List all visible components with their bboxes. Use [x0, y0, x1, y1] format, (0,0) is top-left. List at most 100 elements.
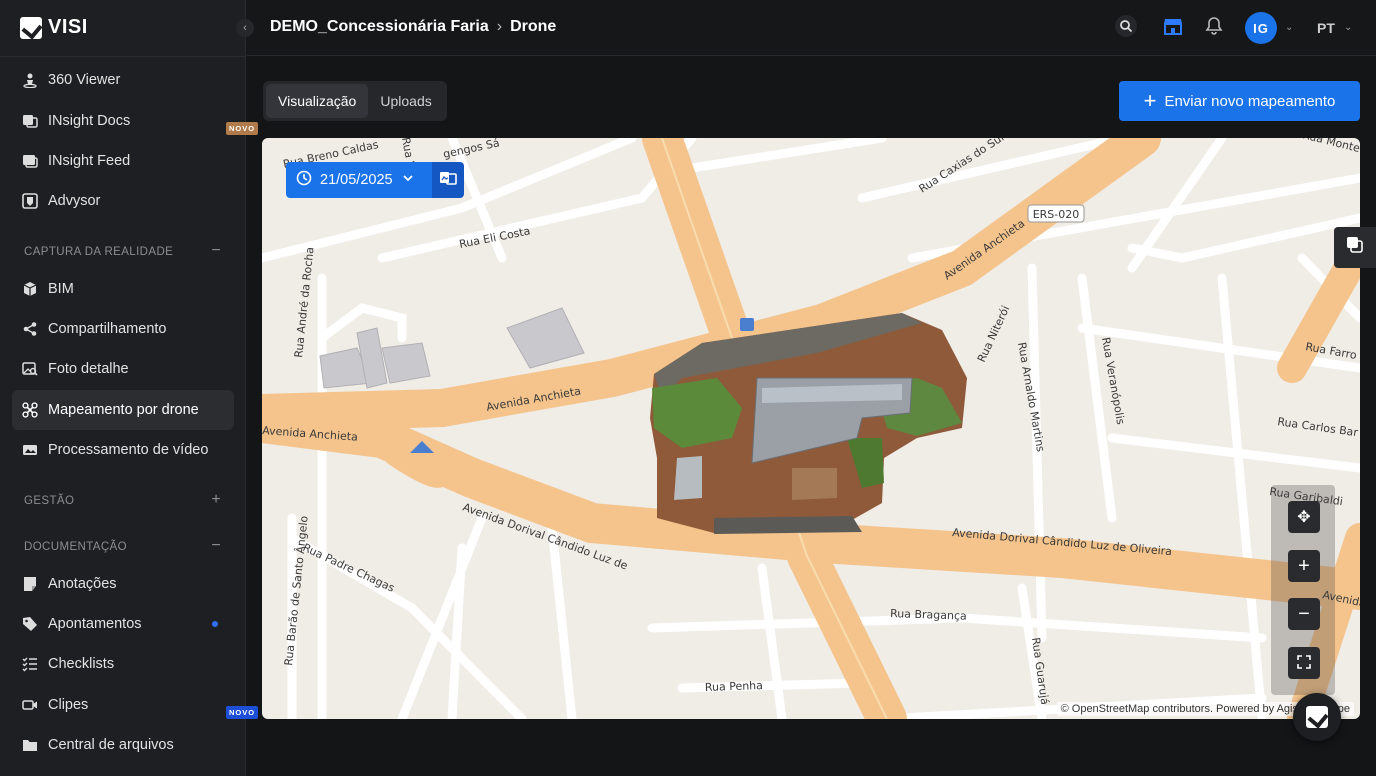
street-label: Rua Penha — [705, 679, 763, 694]
breadcrumb-project[interactable]: DEMO_Concessionária Faria — [270, 18, 489, 36]
app-root: VISI 360 Viewer INsight Docs NOVO INsigh… — [0, 0, 1376, 776]
video-image-icon — [22, 442, 38, 458]
layers-panel-button[interactable] — [1334, 227, 1376, 268]
osm-link[interactable]: OpenStreetMap — [1072, 703, 1150, 715]
basemap: Rua Breno Caldas Rua Caxias do Sul Rua E… — [262, 138, 1360, 719]
sidebar-item-bim[interactable]: BIM — [12, 269, 234, 309]
search-button[interactable] — [1114, 14, 1138, 40]
section-title-documentacao: DOCUMENTAÇÃO — [24, 541, 127, 553]
compare-icon — [439, 170, 457, 191]
street-label: Rua Niterói — [975, 304, 1012, 365]
sidebar-item-label: 360 Viewer — [48, 72, 121, 88]
street-label: Rua Barão de Santo Ângelo — [282, 515, 311, 666]
feed-icon — [22, 153, 38, 169]
street-label: Rua Padre Chagas — [301, 541, 397, 595]
sidebar-item-mapeamento-drone[interactable]: Mapeamento por drone — [12, 390, 234, 430]
app-logo[interactable]: VISI — [20, 16, 88, 39]
bell-icon — [1204, 16, 1224, 41]
date-dropdown[interactable]: 21/05/2025 — [286, 162, 432, 198]
drone-icon — [22, 402, 38, 418]
fullscreen-button[interactable] — [1288, 647, 1320, 679]
sidebar-collapse-button[interactable]: ‹ — [236, 19, 254, 37]
section-title-gestao: GESTÃO — [24, 495, 75, 507]
sidebar-item-anotacoes[interactable]: Anotações — [12, 564, 234, 604]
sidebar-item-label: Anotações — [48, 576, 117, 592]
section-title-captura: CAPTURA DA REALIDADE — [24, 246, 174, 258]
layers-icon — [1346, 236, 1364, 259]
sidebar-item-label: INsight Feed — [48, 153, 131, 169]
minus-icon: − — [1298, 602, 1310, 625]
section-expand-toggle[interactable]: + — [208, 491, 224, 509]
chevron-down-icon[interactable]: ⌄ — [1285, 22, 1293, 33]
plus-icon: + — [1143, 88, 1157, 113]
map-view[interactable]: Rua Breno Caldas Rua Caxias do Sul Rua E… — [262, 138, 1360, 719]
fuel-station-icon[interactable] — [740, 318, 754, 331]
sidebar-item-advysor[interactable]: Advysor — [12, 181, 234, 221]
notifications-button[interactable] — [1202, 16, 1226, 40]
video-clip-icon — [22, 697, 38, 713]
drone-orthomosaic[interactable] — [650, 313, 967, 534]
new-badge: NOVO — [226, 122, 259, 135]
unread-dot — [212, 621, 218, 627]
tab-visualizacao[interactable]: Visualização — [266, 84, 369, 118]
store-icon — [1162, 15, 1184, 42]
sidebar-item-insight-feed[interactable]: INsight Feed — [12, 141, 234, 181]
notes-icon — [22, 576, 38, 592]
store-button[interactable] — [1161, 16, 1185, 40]
sidebar-item-processamento-video[interactable]: Processamento de vídeo — [12, 430, 234, 470]
sidebar-item-label: Clipes — [48, 697, 89, 713]
sidebar-item-foto-detalhe[interactable]: Foto detalhe — [12, 349, 234, 389]
sidebar-item-label: Processamento de vídeo — [48, 442, 209, 458]
sidebar-item-label: INsight Docs — [48, 113, 131, 129]
upload-mapping-button[interactable]: + Enviar novo mapeamento — [1119, 81, 1360, 121]
street-label: Rua Bragança — [890, 607, 967, 623]
app-name: VISI — [48, 16, 88, 38]
route-shield: ERS-020 — [1027, 204, 1085, 223]
top-header: DEMO_Concessionária Faria › Drone IG ⌄ P… — [247, 0, 1376, 56]
sidebar-item-360-viewer[interactable]: 360 Viewer — [12, 60, 234, 100]
sidebar-item-compartilhamento[interactable]: Compartilhamento — [12, 309, 234, 349]
attribution-prefix: © — [1060, 703, 1072, 715]
advysor-icon — [22, 193, 38, 209]
section-collapse-toggle[interactable]: − — [208, 242, 224, 260]
route-shield-label: ERS-020 — [1033, 208, 1080, 221]
fullscreen-icon — [1297, 652, 1311, 675]
folder-icon — [22, 737, 38, 753]
sidebar-item-label: BIM — [48, 281, 74, 297]
sidebar-item-central-arquivos[interactable]: Central de arquivos — [12, 725, 234, 765]
user-avatar[interactable]: IG — [1245, 12, 1277, 44]
chevron-down-icon[interactable]: ⌄ — [1344, 22, 1352, 33]
map-controls: ✥ + − — [1271, 485, 1335, 695]
pan-button[interactable]: ✥ — [1288, 501, 1320, 533]
breadcrumb-current: Drone — [510, 18, 557, 35]
sidebar-item-label: Apontamentos — [48, 616, 142, 632]
sidebar-divider — [0, 56, 246, 57]
photo-search-icon — [22, 361, 38, 377]
sidebar-item-clipes[interactable]: Clipes — [12, 685, 234, 725]
language-selector[interactable]: PT — [1317, 20, 1335, 36]
visi-logo-icon — [1306, 706, 1328, 728]
zoom-out-button[interactable]: − — [1288, 598, 1320, 630]
sidebar: VISI 360 Viewer INsight Docs NOVO INsigh… — [0, 0, 259, 776]
sidebar-item-label: Compartilhamento — [48, 321, 167, 337]
tab-uploads[interactable]: Uploads — [368, 84, 443, 118]
plus-icon: + — [1298, 554, 1310, 577]
cube-icon — [22, 281, 38, 297]
street-label: Rua André da Rocha — [292, 246, 317, 358]
checklist-icon — [22, 656, 38, 672]
compare-dates-button[interactable] — [432, 162, 464, 198]
upload-mapping-label: Enviar novo mapeamento — [1164, 92, 1336, 110]
chevron-down-icon — [401, 171, 415, 189]
date-selector[interactable]: 21/05/2025 — [286, 162, 464, 198]
sidebar-item-insight-docs[interactable]: INsight Docs — [12, 101, 234, 141]
help-launcher-button[interactable] — [1293, 693, 1341, 741]
breadcrumb: DEMO_Concessionária Faria › Drone — [270, 18, 556, 36]
share-icon — [22, 321, 38, 337]
section-collapse-toggle[interactable]: − — [208, 537, 224, 555]
sidebar-item-label: Advysor — [48, 193, 101, 209]
street-label: Rua Arnaldo Martins — [1015, 341, 1047, 453]
attribution-text: contributors. Powered by Agisoft — [1149, 703, 1311, 715]
sidebar-item-checklists[interactable]: Checklists — [12, 644, 234, 684]
zoom-in-button[interactable]: + — [1288, 550, 1320, 582]
sidebar-item-apontamentos[interactable]: Apontamentos — [12, 604, 234, 644]
